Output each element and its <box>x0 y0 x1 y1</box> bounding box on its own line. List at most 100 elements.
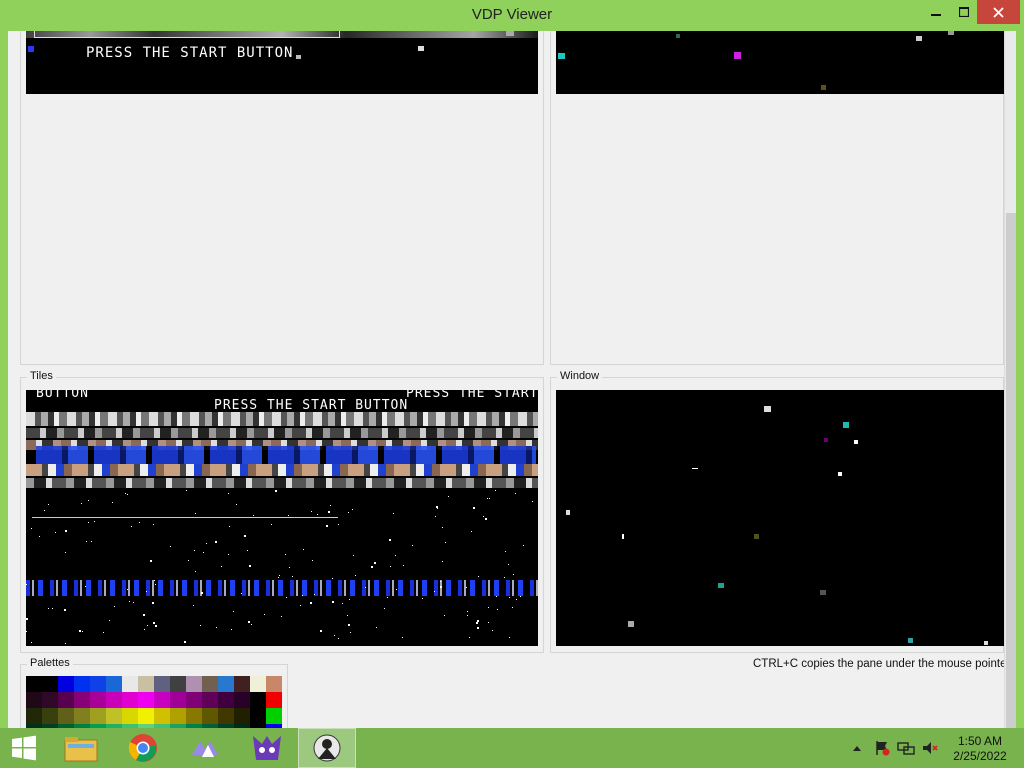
star-pixel <box>512 607 513 608</box>
star-pixel <box>195 571 196 572</box>
action-center-flag-icon[interactable] <box>872 728 892 768</box>
palette-swatch[interactable] <box>26 708 42 724</box>
palette-swatch[interactable] <box>58 676 74 692</box>
windows-start-icon[interactable] <box>0 728 48 768</box>
palette-swatch[interactable] <box>122 676 138 692</box>
palette-swatch[interactable] <box>218 708 234 724</box>
palette-swatch[interactable] <box>202 708 218 724</box>
palette-swatch[interactable] <box>90 708 106 724</box>
palette-swatch[interactable] <box>250 692 266 708</box>
star-pixel <box>193 605 194 606</box>
scrollbar-thumb[interactable] <box>1006 213 1016 728</box>
vdp-app-icon-3[interactable] <box>298 728 356 768</box>
palette-swatch[interactable] <box>90 692 106 708</box>
palette-swatch[interactable] <box>234 692 250 708</box>
taskbar: 1:50 AM 2/25/2022 <box>0 728 1024 768</box>
plane-a-pane[interactable]: PRESS THE START BUTTON <box>26 31 538 94</box>
plane-a-group: PRESS THE START BUTTON <box>20 31 544 365</box>
palette-swatch[interactable] <box>42 708 58 724</box>
palette-swatch[interactable] <box>154 708 170 724</box>
palette-swatch[interactable] <box>138 692 154 708</box>
palette-swatch[interactable] <box>170 708 186 724</box>
star-pixel <box>467 615 468 616</box>
palette-swatch[interactable] <box>186 676 202 692</box>
star-pixel <box>64 609 66 611</box>
palette-swatch[interactable] <box>90 676 106 692</box>
palette-swatch[interactable] <box>186 708 202 724</box>
palette-swatch[interactable] <box>234 676 250 692</box>
palette-swatch[interactable] <box>202 692 218 708</box>
palette-swatch[interactable] <box>234 708 250 724</box>
star-pixel <box>532 501 533 502</box>
palette-swatch[interactable] <box>74 676 90 692</box>
palette-swatch[interactable] <box>42 676 58 692</box>
palette-swatch[interactable] <box>250 676 266 692</box>
star-pixel <box>88 500 89 501</box>
vdp-app-icon-2[interactable] <box>238 728 296 768</box>
star-pixel <box>94 521 95 522</box>
network-icon[interactable] <box>896 728 916 768</box>
star-pixel <box>271 524 272 525</box>
star-pixel <box>146 591 147 592</box>
palette-swatch[interactable] <box>138 708 154 724</box>
window-pane[interactable] <box>556 390 1005 646</box>
palette-swatch[interactable] <box>74 708 90 724</box>
palette-swatch[interactable] <box>266 692 282 708</box>
palette-swatch[interactable] <box>202 676 218 692</box>
title-bar[interactable]: VDP Viewer <box>0 0 1024 31</box>
palette-swatch[interactable] <box>106 708 122 724</box>
minimize-button[interactable] <box>922 0 950 24</box>
chrome-icon[interactable] <box>114 728 172 768</box>
palette-swatch[interactable] <box>122 692 138 708</box>
palette-swatch[interactable] <box>106 676 122 692</box>
palette-swatch[interactable] <box>42 692 58 708</box>
palette-swatch[interactable] <box>170 692 186 708</box>
plane-b-pane[interactable] <box>556 31 1005 94</box>
palette-swatch[interactable] <box>218 676 234 692</box>
star-pixel <box>338 524 339 525</box>
palette-swatch[interactable] <box>58 692 74 708</box>
star-pixel <box>275 490 277 492</box>
palette-grid[interactable] <box>26 676 282 728</box>
palette-swatch[interactable] <box>170 676 186 692</box>
palette-swatch[interactable] <box>26 676 42 692</box>
palette-swatch[interactable] <box>122 708 138 724</box>
palette-swatch[interactable] <box>154 692 170 708</box>
palette-swatch[interactable] <box>250 708 266 724</box>
star-pixel <box>289 567 290 568</box>
star-pixel <box>496 596 497 597</box>
star-pixel <box>520 596 521 597</box>
star-pixel <box>442 561 443 562</box>
star-pixel <box>288 515 289 516</box>
star-pixel <box>44 510 45 511</box>
system-clock[interactable]: 1:50 AM 2/25/2022 <box>940 734 1020 764</box>
star-pixel <box>52 608 53 609</box>
star-pixel <box>387 597 388 598</box>
volume-icon[interactable] <box>920 728 940 768</box>
palette-swatch[interactable] <box>266 708 282 724</box>
vdp-app-icon-1[interactable] <box>176 728 234 768</box>
palette-swatch[interactable] <box>138 676 154 692</box>
palette-swatch[interactable] <box>186 692 202 708</box>
clock-time: 1:50 AM <box>957 734 1003 748</box>
palette-swatch[interactable] <box>74 692 90 708</box>
star-pixel <box>131 526 132 527</box>
palette-swatch[interactable] <box>266 676 282 692</box>
star-pixel <box>26 584 27 585</box>
star-pixel <box>31 528 32 529</box>
palette-swatch[interactable] <box>154 676 170 692</box>
palette-swatch[interactable] <box>58 708 74 724</box>
palette-swatch[interactable] <box>106 692 122 708</box>
file-explorer-icon[interactable] <box>52 728 110 768</box>
tiles-pane[interactable]: BUTTON PRESS THE START PRESS THE START B… <box>26 390 538 646</box>
star-pixel <box>371 566 373 568</box>
maximize-button[interactable] <box>950 0 977 24</box>
tiles-label: Tiles <box>27 370 56 382</box>
star-pixel <box>206 543 207 544</box>
vertical-scrollbar[interactable] <box>1004 31 1016 728</box>
palette-swatch[interactable] <box>26 692 42 708</box>
tray-up-arrow-icon[interactable] <box>848 728 866 768</box>
close-button[interactable] <box>977 0 1020 24</box>
star-pixel <box>478 576 479 577</box>
palette-swatch[interactable] <box>218 692 234 708</box>
